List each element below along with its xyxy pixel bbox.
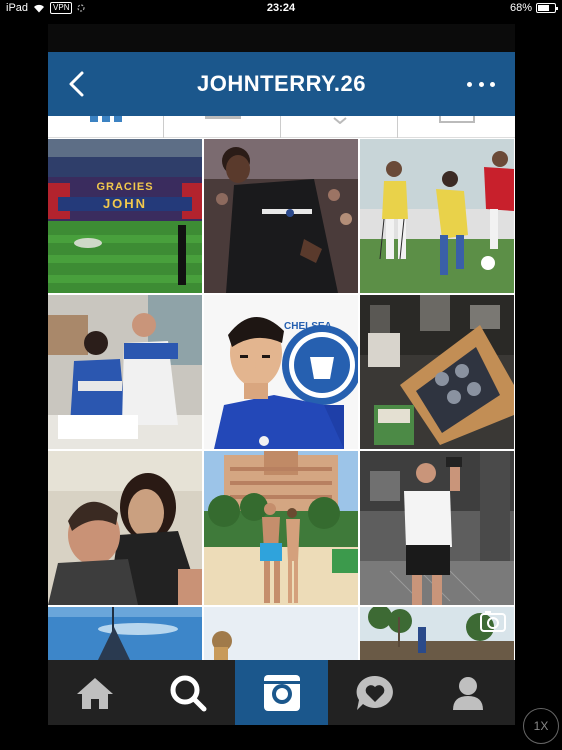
grid-view-tab[interactable] bbox=[48, 116, 164, 138]
list-icon bbox=[204, 116, 241, 119]
photo-tile[interactable] bbox=[204, 139, 358, 293]
photo-tile[interactable] bbox=[204, 451, 358, 605]
photo-tile[interactable] bbox=[48, 607, 202, 660]
battery-icon bbox=[536, 3, 558, 13]
photo-tile[interactable] bbox=[48, 451, 202, 605]
photo-tile[interactable]: GRACIES JOHN bbox=[48, 139, 202, 293]
tab-activity[interactable] bbox=[328, 660, 421, 725]
home-icon bbox=[76, 677, 113, 709]
tab-home[interactable] bbox=[48, 660, 141, 725]
instagram-app: JOHNTERRY.26 GRACIES JOHN CHELSEA bbox=[48, 24, 515, 725]
bottom-tab-bar bbox=[48, 660, 515, 725]
tag-icon bbox=[439, 116, 475, 123]
search-icon bbox=[170, 675, 207, 711]
battery-percent: 68% bbox=[509, 2, 532, 14]
location-tab[interactable] bbox=[282, 116, 398, 138]
photo-tile[interactable] bbox=[48, 295, 202, 449]
photo-tile[interactable] bbox=[360, 607, 514, 660]
banner-line-2: JOHN bbox=[102, 196, 148, 211]
photo-tile[interactable] bbox=[360, 295, 514, 449]
tagged-tab[interactable] bbox=[399, 116, 515, 138]
profile-header: JOHNTERRY.26 bbox=[48, 52, 515, 116]
clock: 23:24 bbox=[266, 2, 296, 14]
video-camera-icon bbox=[480, 611, 506, 632]
tab-search[interactable] bbox=[141, 660, 234, 725]
profile-icon bbox=[453, 676, 484, 710]
photo-tile[interactable]: CHELSEA bbox=[204, 295, 358, 449]
list-view-tab[interactable] bbox=[165, 116, 281, 138]
crest-text: CHELSEA bbox=[284, 321, 332, 332]
more-options-icon[interactable] bbox=[467, 72, 495, 96]
banner-line-1: GRACIES bbox=[96, 181, 154, 193]
camera-icon bbox=[263, 674, 300, 711]
page-title: JOHNTERRY.26 bbox=[196, 71, 366, 96]
photo-tile[interactable] bbox=[360, 451, 514, 605]
view-mode-strip bbox=[48, 116, 515, 138]
status-bar: iPad VPN 23:24 68% bbox=[0, 0, 562, 18]
photo-tile[interactable] bbox=[360, 139, 514, 293]
zoom-badge[interactable]: 1X bbox=[523, 708, 559, 744]
tab-profile[interactable] bbox=[422, 660, 515, 725]
grid-icon bbox=[89, 116, 122, 122]
heart-bubble-icon bbox=[356, 675, 393, 710]
tab-camera[interactable] bbox=[234, 660, 329, 725]
location-pin-icon bbox=[332, 117, 347, 124]
top-strip bbox=[48, 24, 515, 52]
photo-tile[interactable] bbox=[204, 607, 358, 660]
